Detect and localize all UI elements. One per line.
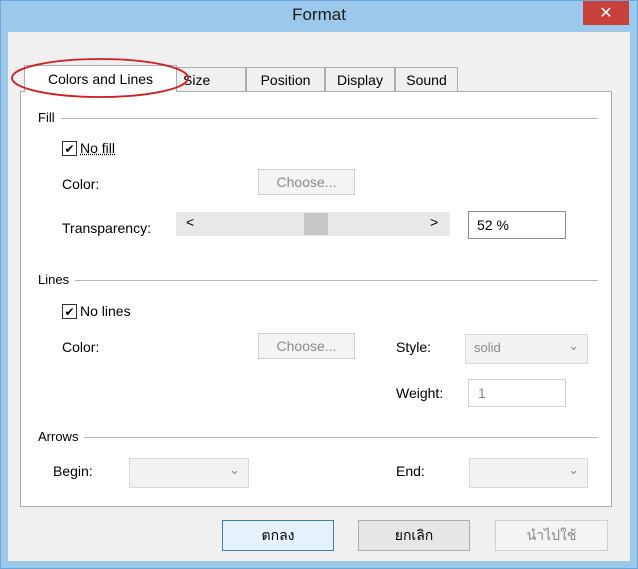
no-lines-checkbox[interactable]: ✔ xyxy=(62,304,77,319)
chevron-down-icon: ⌄ xyxy=(568,462,579,477)
end-arrow-dropdown[interactable]: ⌄ xyxy=(469,458,588,488)
slider-right-arrow-icon[interactable]: > xyxy=(430,214,438,230)
style-dropdown[interactable]: solid ⌄ xyxy=(465,334,588,364)
weight-field[interactable]: 1 xyxy=(468,379,566,407)
tab-sound[interactable]: Sound xyxy=(395,67,458,92)
lines-group-label: Lines xyxy=(38,272,76,287)
fill-group-label: Fill xyxy=(38,110,61,125)
check-icon: ✔ xyxy=(64,141,75,156)
lines-choose-color-button[interactable]: Choose... xyxy=(258,333,355,359)
slider-left-arrow-icon[interactable]: < xyxy=(186,214,194,230)
button-label: ยกเลิก xyxy=(394,526,434,543)
no-fill-label: No fill xyxy=(80,140,116,156)
tab-label: Sound xyxy=(406,72,447,88)
lines-group-divider xyxy=(38,280,598,281)
transparency-value-field[interactable]: 52 % xyxy=(468,211,566,239)
tab-label: Position xyxy=(260,72,311,88)
chevron-down-icon: ⌄ xyxy=(229,462,240,477)
no-lines-label: No lines xyxy=(80,303,131,319)
transparency-slider-thumb[interactable] xyxy=(304,213,328,235)
button-label: Choose... xyxy=(276,174,337,190)
begin-label: Begin: xyxy=(53,463,93,479)
tab-display[interactable]: Display xyxy=(325,67,395,92)
highlight-ellipse-annotation xyxy=(11,58,189,98)
check-icon: ✔ xyxy=(64,304,75,319)
dialog-title: Format xyxy=(292,5,346,24)
fill-choose-color-button[interactable]: Choose... xyxy=(258,169,355,195)
button-label: Choose... xyxy=(276,338,337,354)
style-dropdown-value: solid xyxy=(474,340,501,355)
no-fill-checkbox[interactable]: ✔ xyxy=(62,141,77,156)
tab-position[interactable]: Position xyxy=(246,67,325,92)
arrows-group-label: Arrows xyxy=(38,429,85,444)
button-label: ตกลง xyxy=(261,526,295,543)
lines-color-label: Color: xyxy=(62,339,100,355)
fill-group-divider xyxy=(38,118,598,119)
style-label: Style: xyxy=(396,339,432,355)
close-button[interactable]: ✕ xyxy=(583,1,629,25)
ok-button[interactable]: ตกลง xyxy=(222,520,334,551)
cancel-button[interactable]: ยกเลิก xyxy=(358,520,470,551)
button-label: นำไปใช้ xyxy=(526,526,577,543)
fill-color-label: Color: xyxy=(62,176,100,192)
apply-button[interactable]: นำไปใช้ xyxy=(495,520,608,551)
arrows-group-divider xyxy=(38,437,598,438)
close-icon: ✕ xyxy=(599,5,613,22)
chevron-down-icon: ⌄ xyxy=(568,338,579,353)
tab-label: Display xyxy=(337,72,383,88)
weight-label: Weight: xyxy=(396,385,444,401)
begin-arrow-dropdown[interactable]: ⌄ xyxy=(129,458,249,488)
end-label: End: xyxy=(396,463,425,479)
transparency-label: Transparency: xyxy=(62,220,151,236)
